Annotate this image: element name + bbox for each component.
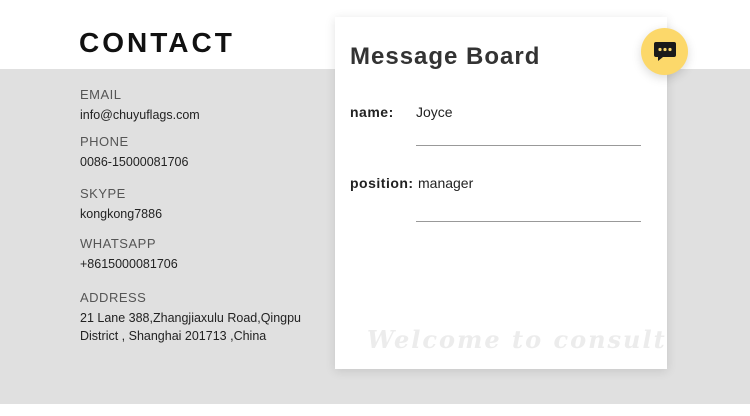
contact-title: CONTACT bbox=[79, 27, 235, 58]
skype-block: SKYPE kongkong7886 bbox=[80, 186, 162, 223]
whatsapp-label: WHATSAPP bbox=[80, 236, 156, 251]
email-block: EMAIL info@chuyuflags.com bbox=[80, 87, 200, 124]
position-field-label: position: bbox=[350, 175, 414, 191]
address-block: ADDRESS 21 Lane 388,Zhangjiaxulu Road,Qi… bbox=[80, 290, 301, 345]
address-value-line1: 21 Lane 388,Zhangjiaxulu Road,Qingpu bbox=[80, 311, 302, 325]
address-label: ADDRESS bbox=[80, 290, 147, 305]
position-field-underline bbox=[416, 221, 641, 222]
welcome-watermark: Welcome to consult bbox=[367, 325, 667, 354]
chat-bubble-icon bbox=[653, 41, 676, 61]
message-board-card: Message Board name: Joyce position: mana… bbox=[335, 17, 667, 369]
address-value-line2: District , Shanghai 201713 ,China bbox=[80, 329, 267, 343]
email-value[interactable]: info@chuyuflags.com bbox=[80, 106, 200, 124]
name-field-label: name: bbox=[350, 104, 394, 120]
name-field-input[interactable]: Joyce bbox=[416, 104, 453, 120]
skype-label: SKYPE bbox=[80, 186, 126, 201]
whatsapp-block: WHATSAPP +8615000081706 bbox=[80, 236, 178, 273]
position-field-input[interactable]: manager bbox=[418, 175, 473, 191]
phone-block: PHONE 0086-15000081706 bbox=[80, 134, 188, 171]
skype-value: kongkong7886 bbox=[80, 207, 163, 221]
message-board-title: Message Board bbox=[350, 43, 541, 70]
email-label: EMAIL bbox=[80, 87, 122, 102]
chat-button[interactable] bbox=[641, 28, 688, 75]
whatsapp-value: +8615000081706 bbox=[80, 257, 178, 271]
phone-value: 0086-15000081706 bbox=[80, 155, 189, 169]
phone-label: PHONE bbox=[80, 134, 129, 149]
name-field-underline bbox=[416, 145, 641, 146]
